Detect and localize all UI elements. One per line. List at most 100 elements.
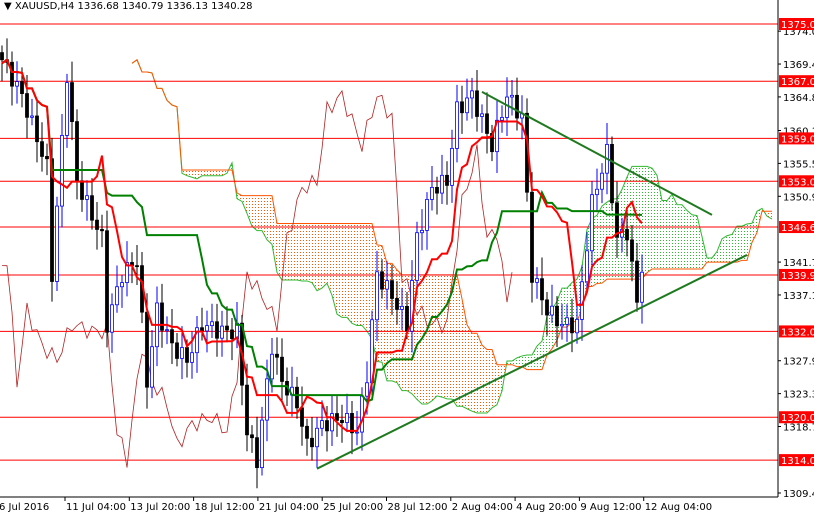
- candle-body: [30, 115, 34, 118]
- candle-body: [165, 329, 169, 332]
- candle-body: [225, 325, 229, 331]
- candle-body: [435, 187, 439, 194]
- chart-window: ▼ XAUUSD,H4 1336.68 1340.79 1336.13 1340…: [0, 0, 814, 514]
- candle-body: [365, 382, 369, 397]
- y-tick-label: 1350.90: [783, 192, 814, 203]
- ichimoku-cloud-segment: [277, 223, 282, 280]
- ichimoku-cloud-segment: [322, 223, 327, 289]
- ichimoku-cloud-segment: [342, 223, 347, 318]
- ichimoku-cloud-segment: [732, 226, 737, 263]
- ichimoku-cloud-segment: [722, 235, 727, 263]
- x-tick-label: 9 Aug 12:00: [580, 502, 641, 513]
- candle-body: [385, 280, 389, 290]
- candle-body: [600, 172, 604, 190]
- candle-body: [380, 271, 384, 290]
- candle-body: [70, 82, 74, 123]
- level-price-label: 1314.00: [781, 456, 814, 467]
- candle-body: [65, 82, 69, 136]
- level-price-label: 1375.00: [781, 20, 814, 31]
- ichimoku-cloud-segment: [472, 333, 477, 413]
- ichimoku-cloud-segment: [302, 223, 307, 281]
- level-price-label: 1359.00: [781, 134, 814, 145]
- ichimoku-cloud-segment: [682, 204, 687, 269]
- ichimoku-cloud-segment: [747, 223, 752, 261]
- candle-body: [255, 437, 259, 469]
- ichimoku-cloud-segment: [292, 223, 297, 280]
- x-tick-label: 2 Aug 04:00: [452, 502, 513, 513]
- chart-header: ▼ XAUUSD,H4 1336.68 1340.79 1336.13 1340…: [4, 1, 252, 12]
- ichimoku-cloud-segment: [442, 274, 447, 399]
- candle-body: [390, 280, 394, 299]
- candle-body: [560, 323, 564, 327]
- candle-body: [585, 250, 589, 283]
- candle-body: [445, 174, 449, 186]
- candle-body: [625, 229, 629, 241]
- candle-body: [85, 195, 89, 200]
- ichimoku-cloud-segment: [692, 214, 697, 269]
- ichimoku-cloud-segment: [422, 274, 427, 405]
- level-price-label: 1346.60: [781, 223, 814, 234]
- ichimoku-cloud-segment: [547, 309, 552, 356]
- candle-body: [480, 113, 484, 117]
- y-tick-label: 1355.50: [783, 159, 814, 170]
- candle-body: [95, 219, 99, 230]
- candle-body: [115, 286, 119, 306]
- ichimoku-cloud-segment: [432, 274, 437, 401]
- ichimoku-cloud-segment: [297, 223, 302, 281]
- candle-body: [440, 174, 444, 194]
- ichimoku-cloud-segment: [462, 298, 467, 409]
- candle-body: [55, 205, 59, 282]
- dropdown-triangle-icon[interactable]: ▼: [4, 1, 12, 12]
- candle-body: [110, 304, 114, 333]
- candle-body: [15, 81, 19, 87]
- candle-body: [355, 431, 359, 434]
- candle-body: [260, 419, 264, 469]
- candle-body: [640, 271, 644, 303]
- ohlc-readout: 1336.68 1340.79 1336.13 1340.28: [77, 1, 253, 12]
- candle-body: [340, 419, 344, 424]
- x-tick-label: 13 Jul 20:00: [130, 502, 190, 513]
- y-tick-label: 1337.10: [783, 291, 814, 302]
- candle-body: [415, 232, 419, 281]
- price-chart[interactable]: 1374.001369.401364.801360.101355.501350.…: [0, 0, 814, 514]
- y-tick-label: 1369.40: [783, 60, 814, 71]
- candle-body: [505, 96, 509, 118]
- candle-body: [35, 115, 39, 143]
- ichimoku-cloud-segment: [677, 204, 682, 269]
- y-tick-label: 1364.80: [783, 93, 814, 104]
- candle-body: [40, 141, 44, 157]
- ichimoku-cloud-segment: [247, 195, 252, 227]
- x-tick-label: 28 Jul 12:00: [388, 502, 448, 513]
- ichimoku-cloud-segment: [507, 361, 512, 365]
- candle-body: [45, 156, 49, 160]
- level-price-label: 1367.00: [781, 77, 814, 88]
- candle-body: [75, 121, 79, 182]
- ichimoku-cloud-segment: [347, 223, 352, 324]
- candle-body: [500, 117, 504, 121]
- candle-body: [135, 265, 139, 268]
- candle-body: [425, 199, 429, 231]
- candle-body: [615, 202, 619, 238]
- level-price-label: 1339.90: [781, 271, 814, 282]
- candle-body: [450, 148, 454, 186]
- ichimoku-cloud-segment: [437, 274, 442, 398]
- ichimoku-cloud-segment: [312, 223, 317, 291]
- candle-body: [170, 329, 174, 344]
- ichimoku-cloud-segment: [317, 223, 322, 291]
- candle-body: [335, 413, 339, 421]
- candle-body: [20, 81, 24, 94]
- ichimoku-cloud-segment: [257, 195, 262, 231]
- ichimoku-cloud-segment: [332, 223, 337, 315]
- candle-body: [270, 353, 274, 380]
- ichimoku-cloud-segment: [642, 166, 647, 280]
- candle-body: [305, 425, 309, 439]
- candle-body: [545, 299, 549, 316]
- candle-body: [320, 420, 324, 429]
- candle-body: [90, 195, 94, 221]
- ichimoku-cloud-segment: [697, 215, 702, 269]
- candle-body: [300, 407, 304, 427]
- x-tick-label: 4 Aug 20:00: [516, 502, 577, 513]
- ichimoku-cloud-segment: [482, 345, 487, 413]
- ichimoku-cloud-segment: [212, 170, 217, 176]
- level-price-label: 1332.00: [781, 327, 814, 338]
